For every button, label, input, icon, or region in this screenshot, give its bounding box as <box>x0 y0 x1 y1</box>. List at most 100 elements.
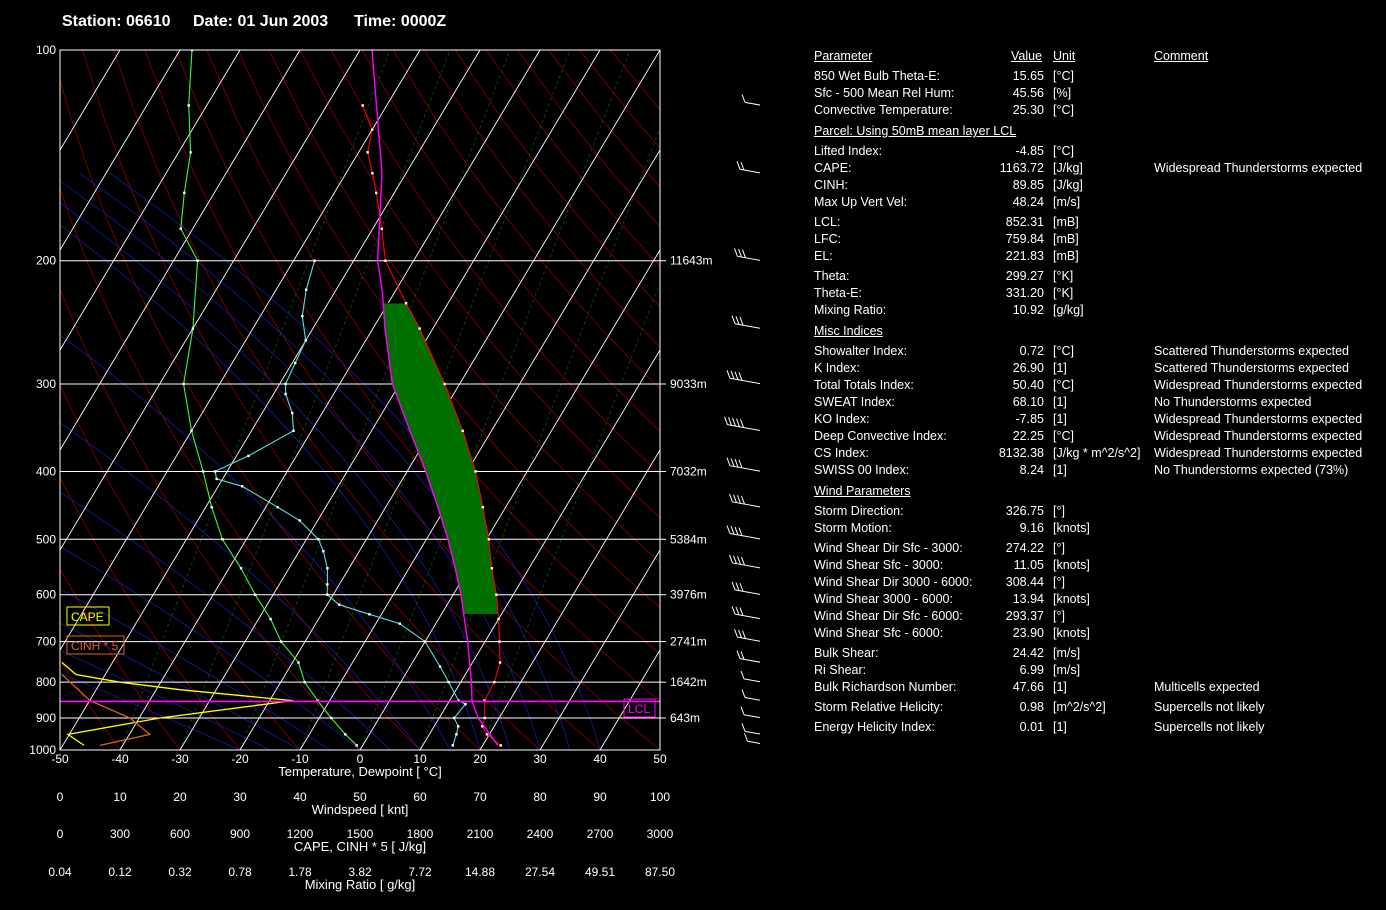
wind-barb-flag <box>744 733 748 742</box>
axis-tick-label: 2100 <box>467 827 494 841</box>
mixing_ratio-point <box>187 104 190 107</box>
wind-barb-flag <box>726 457 731 466</box>
wind-barb-flag <box>739 316 744 326</box>
wind-barb-shaft <box>743 714 760 719</box>
wind-barb-flag <box>741 94 746 103</box>
indices-table: Parameter Value Unit Comment 850 Wet Bul… <box>814 48 1384 736</box>
index-name: K Index: <box>814 361 860 375</box>
index-unit: [°] <box>1053 575 1065 589</box>
index-comment: Scattered Thunderstorms expected <box>1154 344 1350 358</box>
index-row: LCL: 852.31 [mB] <box>814 214 1384 231</box>
temperature-point <box>485 733 489 736</box>
index-value: 48.24 <box>1012 195 1044 209</box>
dewpoint-point <box>326 583 329 586</box>
index-name: Bulk Shear: <box>814 646 879 660</box>
wind-barb-flag <box>732 417 736 427</box>
index-name: SWEAT Index: <box>814 395 895 409</box>
wind-barb <box>729 554 760 569</box>
index-row: Theta-E: 331.20 [°K] <box>814 285 1384 302</box>
pressure-tick-label: 500 <box>36 532 56 546</box>
index-comment: No Thunderstorms expected <box>1154 395 1312 409</box>
wind-barb-flag <box>736 650 741 659</box>
axis-tick-label: 70 <box>473 790 487 804</box>
isotherm <box>479 449 660 750</box>
dewpoint-point <box>284 392 287 396</box>
index-value: -4.85 <box>1015 144 1045 158</box>
index-value: 308.44 <box>1005 575 1044 589</box>
wind-barb-flag <box>736 418 740 427</box>
axis-tick-label: 0.04 <box>48 865 72 879</box>
index-unit: [mB] <box>1053 249 1079 263</box>
wind-barb-flag <box>742 630 746 639</box>
index-unit: [°C] <box>1053 144 1074 158</box>
wind-barb <box>731 581 760 595</box>
temperature-point <box>404 302 408 305</box>
wind-barb-flag <box>731 606 736 615</box>
pressure-tick-label: 200 <box>36 254 56 268</box>
group-wind-a: Storm Direction: 326.75 [°] Storm Motion: 9.… <box>814 503 1384 537</box>
index-unit: [m/s] <box>1053 646 1081 660</box>
dewpoint-point <box>368 613 371 616</box>
index-row: CS Index: 8132.38 [J/kg * m^2/s^2] Widespre… <box>814 445 1384 462</box>
index-row: Ri Shear: 6.99 [m/s] <box>814 662 1384 679</box>
height-label: 9033m <box>670 377 707 391</box>
index-name: Wind Shear Sfc - 3000: <box>814 558 944 572</box>
index-row: Showalter Index: 0.72 [°C] Scattered Thunde… <box>814 343 1384 360</box>
index-unit: [%] <box>1053 86 1072 100</box>
index-row: LFC: 759.84 [mB] <box>814 231 1384 248</box>
temperature-point <box>361 104 364 107</box>
index-unit: [J/kg] <box>1053 161 1083 175</box>
index-row: Sfc - 500 Mean Rel Hum: 45.56 [%] <box>814 85 1384 102</box>
index-name: 850 Wet Bulb Theta-E: <box>814 69 941 83</box>
isotherm <box>119 50 541 750</box>
axis-tick-label: 87.50 <box>645 865 675 879</box>
index-row: Total Totals Index: 50.40 [°C] Widespread T… <box>814 377 1384 394</box>
wind-barb-flag <box>740 670 745 680</box>
wind-barb-flag <box>729 554 733 564</box>
index-value: 852.31 <box>1005 215 1044 229</box>
axis-tick-label: -20 <box>231 752 249 766</box>
wind-barb <box>731 606 760 620</box>
index-comment: Widespread Thunderstorms expected <box>1154 429 1363 443</box>
dewpoint-point <box>276 506 279 509</box>
parcel-section-title: Parcel: Using 50mB mean layer LCL <box>814 124 1017 138</box>
cinh-legend: CINH * 5 <box>66 635 125 655</box>
index-row: 850 Wet Bulb Theta-E: 15.65 [°C] <box>814 68 1384 85</box>
index-row: EL: 221.83 [mB] <box>814 248 1384 265</box>
axis-tick-label: 0.12 <box>108 865 132 879</box>
axis-tick-label: 60 <box>413 790 427 804</box>
isotherm <box>539 549 660 750</box>
wind-barb-flag <box>738 527 743 536</box>
axis-tick-label: 600 <box>170 827 190 841</box>
wind-barb-shaft <box>732 501 760 508</box>
index-unit: [J/kg] <box>1053 178 1083 192</box>
index-unit: [°C] <box>1053 69 1074 83</box>
wind-barb-flag <box>730 458 735 467</box>
height-label: 5384m <box>670 532 707 546</box>
index-row: Wind Shear Dir 3000 - 6000: 308.44 [°] <box>814 574 1384 591</box>
index-value: 8132.38 <box>998 446 1044 460</box>
wind-barb-shaft <box>744 730 760 735</box>
wind-barb-flag <box>733 555 737 564</box>
wind-barb <box>734 248 760 261</box>
mixing_ratio-point <box>344 733 347 736</box>
axis-tick-label: -50 <box>51 752 69 766</box>
wind-section-title: Wind Parameters <box>814 484 911 498</box>
index-unit: [°C] <box>1053 378 1074 392</box>
wind-barb-flag <box>729 493 733 503</box>
index-name: SWISS 00 Index: <box>814 463 910 477</box>
skewt-chart: 100200300400500600700800900100011643m903… <box>29 43 760 892</box>
index-value: 1163.72 <box>999 161 1044 175</box>
index-unit: [1] <box>1053 720 1067 734</box>
dewpoint-point <box>423 640 427 643</box>
axis-tick-label: 80 <box>533 790 547 804</box>
axis-tick-label: 0.78 <box>228 865 252 879</box>
mixing_ratio-point <box>303 680 306 684</box>
index-value: 0.98 <box>1019 700 1044 714</box>
wind-barb <box>726 370 760 385</box>
index-name: Storm Direction: <box>814 504 904 518</box>
index-unit: [J/kg * m^2/s^2] <box>1053 446 1141 460</box>
index-row: Energy Helicity Index: 0.01 [1] Supercells … <box>814 719 1384 736</box>
index-comment: Scattered Thunderstorms expected <box>1154 361 1350 375</box>
wind-barb-flag <box>735 606 740 616</box>
